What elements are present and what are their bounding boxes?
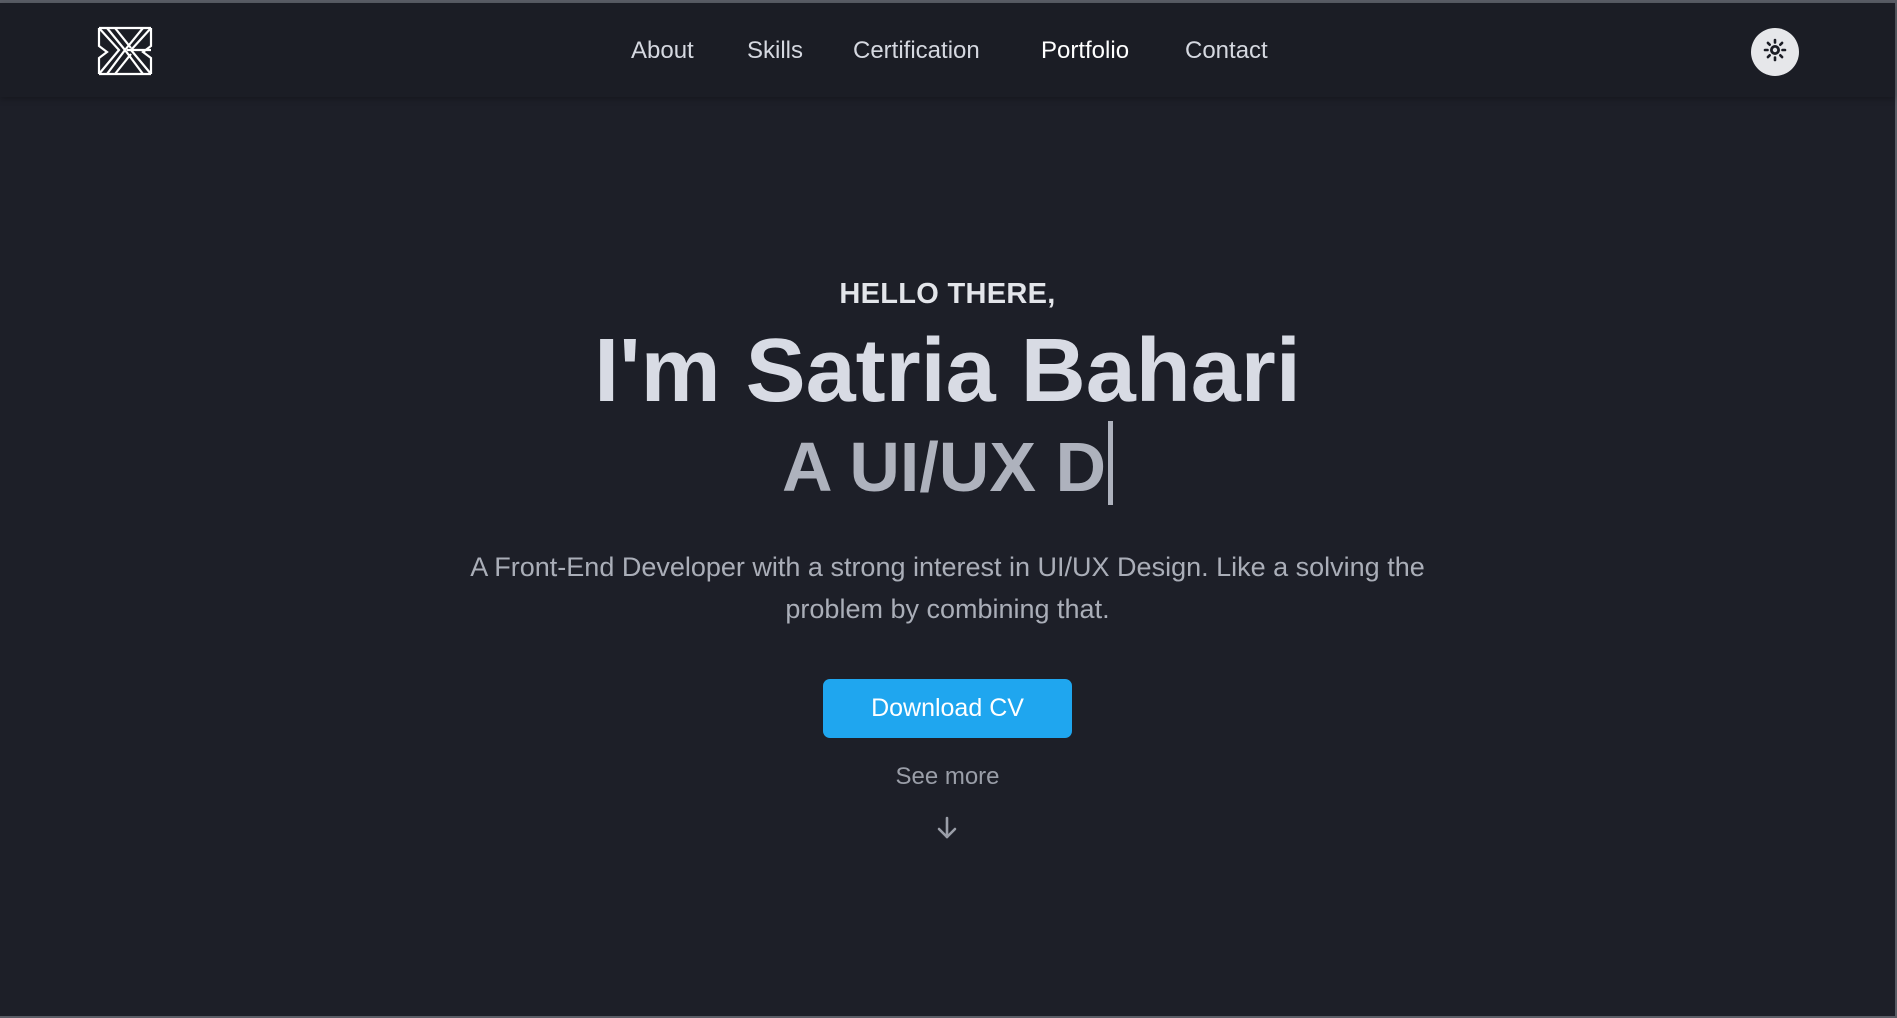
nav-link-certification[interactable]: Certification [853,33,980,69]
see-more-link[interactable]: See more [0,763,1895,791]
hero-name: I'm Satria Bahari [594,321,1301,421]
sun-icon [1763,38,1787,67]
nav-link-skills[interactable]: Skills [747,33,803,69]
arrow-down-icon[interactable] [935,815,959,841]
main-nav: About Skills Certification Portfolio Con… [0,33,1895,69]
nav-link-contact[interactable]: Contact [1185,33,1268,69]
theme-toggle-button[interactable] [1751,28,1799,76]
hero-role-text: A UI/UX D [781,428,1107,506]
nav-link-portfolio[interactable]: Portfolio [1041,33,1129,69]
hero-description: A Front-End Developer with a strong inte… [470,552,1425,624]
hero-greeting: HELLO THERE, [839,278,1056,310]
typing-caret [1108,421,1114,505]
download-cv-button[interactable]: Download CV [823,679,1072,738]
nav-link-about[interactable]: About [631,33,694,69]
navbar: About Skills Certification Portfolio Con… [0,3,1895,97]
hero-role-typing: A UI/UX D [0,421,1895,507]
